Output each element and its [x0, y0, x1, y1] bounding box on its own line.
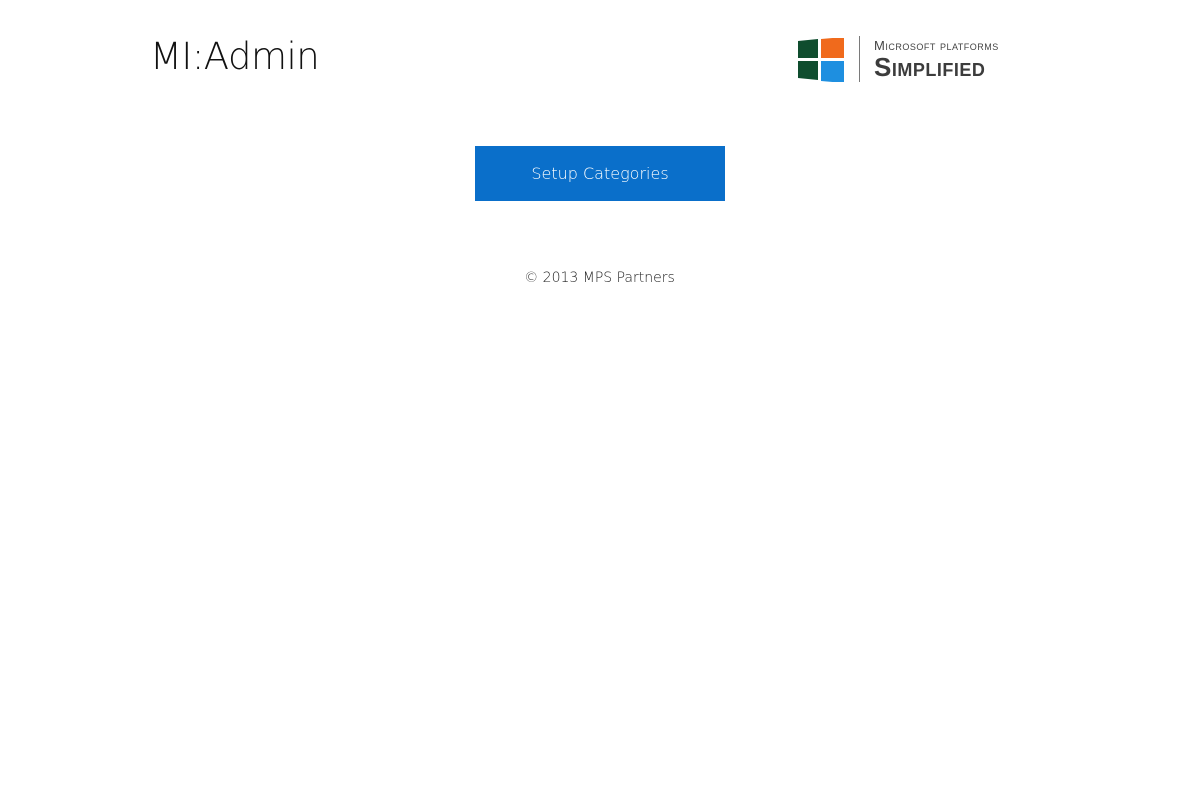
footer-copyright: © 2013 MPS Partners: [524, 270, 675, 286]
app-title: MI:Admin: [150, 35, 320, 78]
windows-logo-icon: [798, 38, 844, 82]
page: MI:Admin Microsoft Platforms Simplified …: [0, 0, 1199, 799]
logo-text-top: Microsoft Platforms: [874, 38, 999, 53]
logo-text-bottom: Simplified: [874, 52, 986, 82]
setup-categories-button[interactable]: Setup Categories: [475, 146, 725, 201]
logo-divider: [859, 36, 860, 82]
company-logo: Microsoft Platforms Simplified: [798, 36, 1044, 84]
